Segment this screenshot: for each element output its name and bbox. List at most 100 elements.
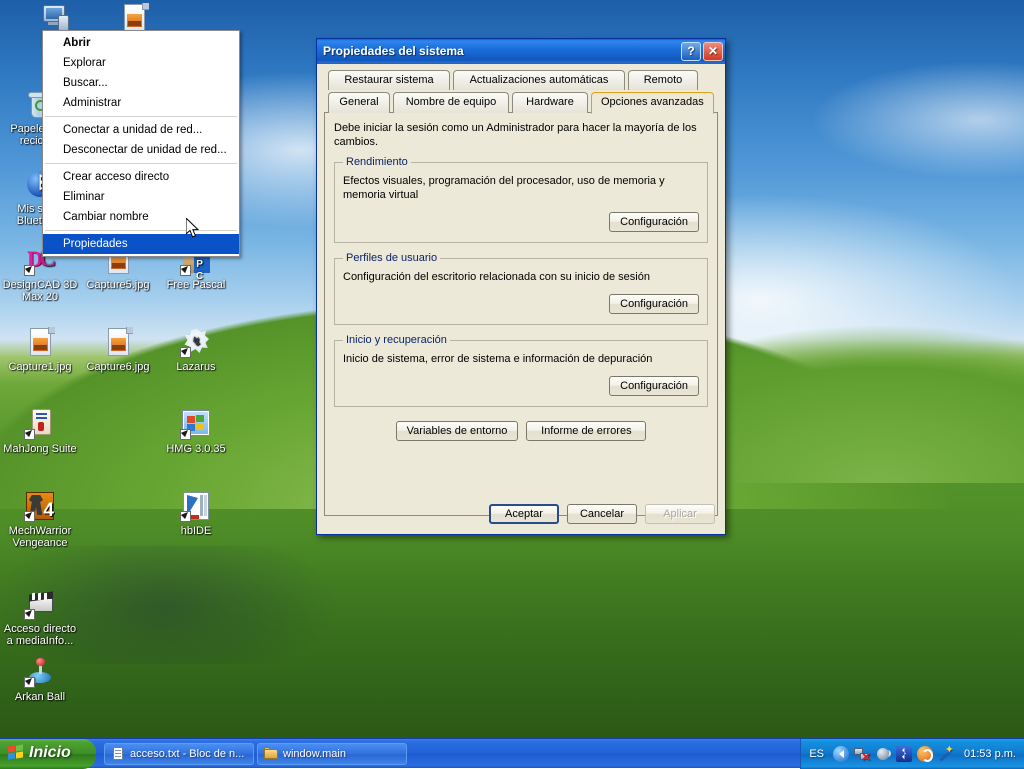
desktop-icon-label: Capture6.jpg <box>80 361 156 373</box>
desktop-icon-hbide[interactable]: hbIDE <box>158 490 234 537</box>
desktop-icon-label: Acceso directo a mediaInfo... <box>2 623 78 647</box>
context-menu-separator <box>45 230 237 231</box>
system-properties-dialog[interactable]: Propiedades del sistema ? ✕ Restaurar si… <box>316 38 726 535</box>
desktop-icon-lazarus[interactable]: ↯ Lazarus <box>158 326 234 373</box>
group-legend: Inicio y recuperación <box>343 334 450 346</box>
shortcut-overlay-icon <box>180 429 191 440</box>
group-rendimiento: Rendimiento Efectos visuales, programaci… <box>334 156 708 243</box>
folder-icon <box>264 747 278 761</box>
desktop-icon-label: MechWarrior Vengeance <box>2 525 78 549</box>
task-button-acceso-txt[interactable]: acceso.txt - Bloc de n... <box>104 743 254 765</box>
mahjong-icon <box>24 408 56 440</box>
wallpaper-ground-shade <box>0 531 1024 738</box>
group-legend: Perfiles de usuario <box>343 252 440 264</box>
dialog-title: Propiedades del sistema <box>323 44 679 58</box>
context-menu-item-desconectar-unidad-red[interactable]: Desconectar de unidad de red... <box>43 140 239 160</box>
volume-icon[interactable] <box>875 746 891 762</box>
shortcut-overlay-icon <box>180 511 191 522</box>
language-indicator[interactable]: ES <box>809 748 828 760</box>
shortcut-overlay-icon <box>24 609 35 620</box>
lazarus-icon: ↯ <box>180 326 212 358</box>
desktop-context-menu[interactable]: Abrir Explorar Buscar... Administrar Con… <box>42 30 240 257</box>
aceptar-button[interactable]: Aceptar <box>489 504 559 524</box>
context-menu-separator <box>45 116 237 117</box>
arkanball-icon <box>24 656 56 688</box>
notepad-icon <box>111 747 125 761</box>
task-button-list[interactable]: acceso.txt - Bloc de n... window.main <box>104 743 407 765</box>
dialog-title-bar[interactable]: Propiedades del sistema ? ✕ <box>317 39 725 64</box>
tab-opciones-avanzadas[interactable]: Opciones avanzadas <box>591 92 714 114</box>
group-legend: Rendimiento <box>343 156 411 168</box>
group-button-row: Configuración <box>343 294 699 314</box>
close-icon[interactable]: ✕ <box>703 42 723 61</box>
network-disconnected-icon[interactable]: ✕ <box>854 746 870 762</box>
desktop-icon-label: HMG 3.0.35 <box>158 443 234 455</box>
tab-restaurar-sistema[interactable]: Restaurar sistema <box>328 70 450 90</box>
group-inicio-y-recuperacion: Inicio y recuperación Inicio de sistema,… <box>334 334 708 407</box>
context-menu-item-conectar-unidad-red[interactable]: Conectar a unidad de red... <box>43 120 239 140</box>
desktop-icon-label: Lazarus <box>158 361 234 373</box>
group-button-row: Configuración <box>343 212 699 232</box>
context-menu-item-propiedades[interactable]: Propiedades <box>43 234 239 254</box>
tab-row-2[interactable]: General Nombre de equipo Hardware Opcion… <box>324 92 718 113</box>
taskbar-clock[interactable]: 01:53 p.m. <box>959 748 1016 760</box>
show-hidden-icons-icon[interactable] <box>833 746 849 762</box>
group-description: Configuración del escritorio relacionada… <box>343 270 699 284</box>
desktop-icon-capture6[interactable]: Capture6.jpg <box>80 326 156 373</box>
task-button-label: window.main <box>283 748 346 760</box>
desktop-icon-label: DesignCAD 3D Max 20 <box>2 279 78 303</box>
task-button-window-main[interactable]: window.main <box>257 743 407 765</box>
taskbar[interactable]: Inicio acceso.txt - Bloc de n... window.… <box>0 738 1024 768</box>
help-button[interactable]: ? <box>681 42 701 61</box>
tab-general[interactable]: General <box>328 92 390 113</box>
cancelar-button[interactable]: Cancelar <box>567 504 637 524</box>
desktop-icon-label: MahJong Suite <box>2 443 78 455</box>
tab-panel-opciones-avanzadas: Debe iniciar la sesión como un Administr… <box>324 112 718 516</box>
hmg-icon <box>180 408 212 440</box>
shortcut-overlay-icon <box>24 511 35 522</box>
desktop-icon-arkan-ball[interactable]: Arkan Ball <box>2 656 78 703</box>
context-menu-item-explorar[interactable]: Explorar <box>43 53 239 73</box>
desktop-icon-mechwarrior[interactable]: 4 MechWarrior Vengeance <box>2 490 78 549</box>
context-menu-item-buscar[interactable]: Buscar... <box>43 73 239 93</box>
tab-remoto[interactable]: Remoto <box>628 70 698 90</box>
desktop-icon-mediainfo[interactable]: Acceso directo a mediaInfo... <box>2 588 78 647</box>
task-button-label: acceso.txt - Bloc de n... <box>130 748 244 760</box>
start-button[interactable]: Inicio <box>0 739 96 769</box>
informe-de-errores-button[interactable]: Informe de errores <box>526 421 646 441</box>
system-tray[interactable]: ES ✕ ✦ 01:53 p.m. <box>800 739 1024 769</box>
inicio-configuracion-button[interactable]: Configuración <box>609 376 699 396</box>
group-perfiles-de-usuario: Perfiles de usuario Configuración del es… <box>334 252 708 325</box>
group-description: Efectos visuales, programación del proce… <box>343 174 699 202</box>
shortcut-overlay-icon <box>180 347 191 358</box>
hbide-icon <box>180 490 212 522</box>
shortcut-overlay-icon <box>24 265 35 276</box>
context-menu-item-abrir[interactable]: Abrir <box>43 33 239 53</box>
variables-de-entorno-button[interactable]: Variables de entorno <box>396 421 519 441</box>
context-menu-item-crear-acceso-directo[interactable]: Crear acceso directo <box>43 167 239 187</box>
perfiles-configuracion-button[interactable]: Configuración <box>609 294 699 314</box>
context-menu-item-eliminar[interactable]: Eliminar <box>43 187 239 207</box>
context-menu-item-administrar[interactable]: Administrar <box>43 93 239 113</box>
desktop-icon-label: Arkan Ball <box>2 691 78 703</box>
magic-wand-icon[interactable]: ✦ <box>938 746 954 762</box>
tab-row-1[interactable]: Restaurar sistema Actualizaciones automá… <box>324 70 718 90</box>
tab-hardware[interactable]: Hardware <box>512 92 588 113</box>
extra-button-row: Variables de entorno Informe de errores <box>334 421 708 441</box>
windows-flag-icon <box>8 745 24 760</box>
context-menu-item-cambiar-nombre[interactable]: Cambiar nombre <box>43 207 239 227</box>
jpg-file-icon <box>24 326 56 358</box>
shortcut-overlay-icon <box>24 677 35 688</box>
aplicar-button: Aplicar <box>645 504 715 524</box>
bluetooth-icon[interactable] <box>896 746 912 762</box>
desktop-icon-hmg[interactable]: HMG 3.0.35 <box>158 408 234 455</box>
rendimiento-configuracion-button[interactable]: Configuración <box>609 212 699 232</box>
tab-actualizaciones-automaticas[interactable]: Actualizaciones automáticas <box>453 70 625 90</box>
tab-nombre-de-equipo[interactable]: Nombre de equipo <box>393 92 509 113</box>
admin-note: Debe iniciar la sesión como un Administr… <box>334 121 708 149</box>
desktop-icon-capture1[interactable]: Capture1.jpg <box>2 326 78 373</box>
group-description: Inicio de sistema, error de sistema e in… <box>343 352 699 366</box>
desktop-icon-mahjong-suite[interactable]: MahJong Suite <box>2 408 78 455</box>
group-button-row: Configuración <box>343 376 699 396</box>
antivirus-icon[interactable] <box>917 746 933 762</box>
